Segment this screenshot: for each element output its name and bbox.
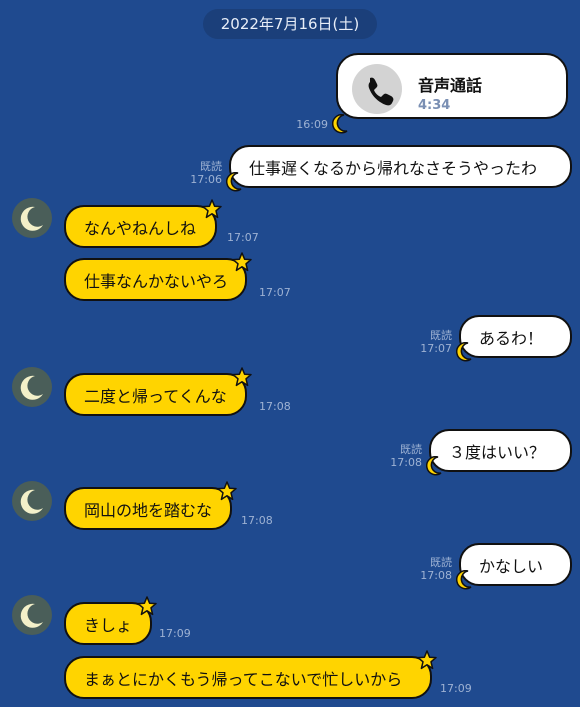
message-time: 17:08 xyxy=(390,456,422,469)
contact-avatar[interactable] xyxy=(12,367,52,407)
message-time: 17:09 xyxy=(159,627,191,640)
message-meta: 既読 17:08 xyxy=(380,443,422,469)
message-bubble-incoming[interactable]: 仕事なんかないやろ xyxy=(64,258,247,301)
moon-tail-icon xyxy=(226,172,242,192)
message-meta: 既読 17:08 xyxy=(410,556,452,582)
read-receipt: 既読 xyxy=(430,329,452,342)
message-time: 17:07 xyxy=(227,231,259,244)
star-tail-icon xyxy=(217,481,237,501)
contact-avatar[interactable] xyxy=(12,481,52,521)
message-time: 17:06 xyxy=(190,173,222,186)
message-time: 17:08 xyxy=(259,400,291,413)
moon-tail-icon xyxy=(456,570,472,590)
message-meta: 既読 17:06 xyxy=(180,160,222,186)
voice-call-bubble[interactable]: 音声通話 4:34 xyxy=(336,53,568,119)
message-time: 17:07 xyxy=(259,286,291,299)
read-receipt: 既読 xyxy=(430,556,452,569)
date-separator: 2022年7月16日(土) xyxy=(203,9,377,39)
message-time: 17:08 xyxy=(241,514,273,527)
moon-tail-icon xyxy=(456,342,472,362)
star-tail-icon xyxy=(137,596,157,616)
message-bubble-incoming[interactable]: 二度と帰ってくんな xyxy=(64,373,247,416)
message-bubble-outgoing[interactable]: 仕事遅くなるから帰れなさそうやったわ xyxy=(229,145,572,188)
message-bubble-outgoing[interactable]: かなしい xyxy=(459,543,572,586)
moon-tail-icon xyxy=(332,114,348,134)
call-title: 音声通話 xyxy=(418,76,483,95)
message-time: 17:07 xyxy=(420,342,452,355)
star-tail-icon xyxy=(202,199,222,219)
message-bubble-outgoing[interactable]: ３度はいい？ xyxy=(429,429,572,472)
message-bubble-incoming[interactable]: なんやねんしね xyxy=(64,205,217,248)
contact-avatar[interactable] xyxy=(12,198,52,238)
star-tail-icon xyxy=(232,252,252,272)
message-bubble-incoming[interactable]: まぁとにかくもう帰ってこないで忙しいから xyxy=(64,656,432,699)
read-receipt: 既読 xyxy=(200,160,222,173)
call-duration: 4:34 xyxy=(418,98,451,113)
message-meta: 既読 17:07 xyxy=(410,329,452,355)
star-tail-icon xyxy=(417,650,437,670)
phone-icon xyxy=(352,64,402,114)
star-tail-icon xyxy=(232,367,252,387)
message-time: 17:09 xyxy=(440,682,472,695)
contact-avatar[interactable] xyxy=(12,595,52,635)
read-receipt: 既読 xyxy=(400,443,422,456)
moon-tail-icon xyxy=(426,456,442,476)
message-time: 17:08 xyxy=(420,569,452,582)
call-time: 16:09 xyxy=(296,118,328,131)
message-bubble-outgoing[interactable]: あるわ！ xyxy=(459,315,572,358)
message-bubble-incoming[interactable]: 岡山の地を踏むな xyxy=(64,487,232,530)
